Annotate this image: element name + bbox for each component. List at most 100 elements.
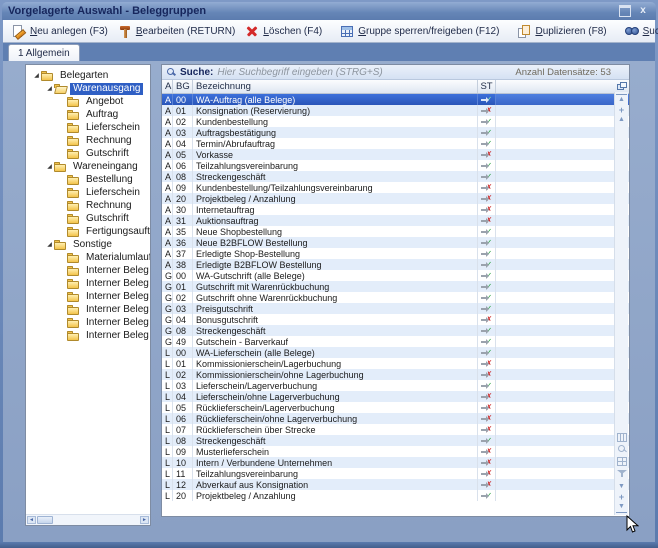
tree-item-interner-beleg-1-pps-[interactable]: Interner Beleg 1 (PPS): [26, 277, 150, 290]
table-row[interactable]: L07Rücklieferschein über Strecke✗: [162, 424, 629, 435]
bezeichnung-cell: Rücklieferschein über Strecke: [193, 424, 478, 435]
table-row[interactable]: L10Intern / Verbundene Unternehmen✗: [162, 457, 629, 468]
restore-icon: [619, 5, 631, 17]
scroll-plus-bottom-icon[interactable]: +: [616, 492, 627, 502]
tree-item-interner-beleg-5-pps-[interactable]: Interner Beleg 5 (PPS): [26, 329, 150, 342]
search-bar[interactable]: Suche: Hier Suchbegriff eingeben (STRG+S…: [162, 65, 629, 80]
column-chooser-icon[interactable]: [617, 82, 627, 91]
tree-item-gutschrift[interactable]: Gutschrift: [26, 212, 150, 225]
tree-item-warenausgang[interactable]: ◢Warenausgang: [26, 82, 150, 95]
status-active-icon: ✓: [481, 283, 493, 291]
tree-item-rechnung[interactable]: Rechnung: [26, 199, 150, 212]
table-vertical-scrollbar[interactable]: ▲ + ▲ ▼ + ▼: [614, 92, 628, 515]
status-cell: ✓: [478, 94, 496, 105]
table-row[interactable]: A06Teilzahlungsvereinbarung✓: [162, 160, 629, 171]
table-row[interactable]: L08Streckengeschäft✓: [162, 435, 629, 446]
table-row[interactable]: L05Rücklieferschein/Lagerverbuchung✗: [162, 402, 629, 413]
table-row[interactable]: A31Auktionsauftrag✗: [162, 215, 629, 226]
tree-item-interner-beleg-2-pps-[interactable]: Interner Beleg 2 (PPS): [26, 290, 150, 303]
columns-icon[interactable]: [617, 433, 627, 442]
tree-item-bestellung[interactable]: Bestellung: [26, 173, 150, 186]
table-row[interactable]: G04Bonusgutschrift✗: [162, 314, 629, 325]
toolbar-button-3[interactable]: Löschen (F4): [240, 23, 327, 40]
toolbar-button-5[interactable]: Duplizieren (F8): [512, 23, 611, 40]
table-row[interactable]: A36Neue B2BFLOW Bestellung✓: [162, 237, 629, 248]
table-row[interactable]: A09Kundenbestellung/Teilzahlungsvereinba…: [162, 182, 629, 193]
tree-expander-icon[interactable]: ◢: [45, 241, 54, 248]
filter-icon[interactable]: [617, 469, 627, 478]
table-row[interactable]: L06Rücklieferschein/ohne Lagerverbuchung…: [162, 413, 629, 424]
tree-item-belegarten[interactable]: ◢Belegarten: [26, 69, 150, 82]
table-row[interactable]: G02Gutschrift ohne Warenrückbuchung✓: [162, 292, 629, 303]
scroll-to-top-icon[interactable]: ▲: [616, 94, 627, 105]
tree-item-gutschrift[interactable]: Gutschrift: [26, 147, 150, 160]
scroll-to-bottom-icon[interactable]: ▼: [616, 502, 627, 513]
table-row[interactable]: A00WA-Auftrag (alle Belege)✓: [162, 94, 629, 105]
column-header-st[interactable]: ST: [478, 80, 496, 93]
bg-cell: 09: [173, 182, 193, 193]
table-row[interactable]: L09Musterlieferschein✗: [162, 446, 629, 457]
table-row[interactable]: A20Projektbeleg / Anzahlung✗: [162, 193, 629, 204]
toolbar-button-6[interactable]: Suchen (STRG+S): [620, 23, 658, 40]
tree-item-rechnung[interactable]: Rechnung: [26, 134, 150, 147]
tree-item-interner-beleg-3-pps-[interactable]: Interner Beleg 3 (PPS): [26, 303, 150, 316]
column-header-bezeichnung[interactable]: Bezeichnung: [193, 80, 478, 93]
tree-item-angebot[interactable]: Angebot: [26, 95, 150, 108]
tree-horizontal-scrollbar[interactable]: ◄ ►: [26, 514, 150, 525]
table-row[interactable]: L12Abverkauf aus Konsignation✗: [162, 479, 629, 490]
table-row[interactable]: A02Kundenbestellung✓: [162, 116, 629, 127]
grid-view-icon[interactable]: [617, 457, 627, 466]
tree-item-sonstige[interactable]: ◢Sonstige: [26, 238, 150, 251]
tree-item-interner-beleg-4-pps-[interactable]: Interner Beleg 4 (PPS): [26, 316, 150, 329]
restore-window-button[interactable]: [618, 5, 632, 17]
close-window-button[interactable]: x: [636, 5, 650, 17]
table-row[interactable]: L04Lieferschein/ohne Lagerverbuchung✗: [162, 391, 629, 402]
table-row[interactable]: A35Neue Shopbestellung✓: [162, 226, 629, 237]
table-row[interactable]: G49Gutschein - Barverkauf✓: [162, 336, 629, 347]
table-row[interactable]: G00WA-Gutschrift (alle Belege)✓: [162, 270, 629, 281]
scroll-left-icon[interactable]: ◄: [27, 516, 36, 524]
table-row[interactable]: L03Lieferschein/Lagerverbuchung✓: [162, 380, 629, 391]
table-row[interactable]: A37Erledigte Shop-Bestellung✓: [162, 248, 629, 259]
scroll-down-icon[interactable]: ▼: [616, 482, 627, 492]
tree-item-auftrag[interactable]: Auftrag: [26, 108, 150, 121]
table-row[interactable]: A05Vorkasse✗: [162, 149, 629, 160]
tree-expander-icon[interactable]: ◢: [45, 163, 54, 170]
tree-expander-icon[interactable]: ◢: [45, 85, 54, 92]
toolbar-button-1[interactable]: Neu anlegen (F3): [7, 23, 113, 40]
scrollbar-thumb[interactable]: [37, 516, 53, 524]
scroll-right-icon[interactable]: ►: [140, 516, 149, 524]
table-row[interactable]: G01Gutschrift mit Warenrückbuchung✓: [162, 281, 629, 292]
table-row[interactable]: L02Kommissionierschein/ohne Lagerbuchung…: [162, 369, 629, 380]
column-header-a[interactable]: A: [162, 80, 173, 93]
tree-item-materialumlauf-reparatur[interactable]: Materialumlauf/Reparatur: [26, 251, 150, 264]
table-row[interactable]: A03Auftragsbestätigung✓: [162, 127, 629, 138]
table-row[interactable]: L20Projektbeleg / Anzahlung✓: [162, 490, 629, 501]
tab-allgemein[interactable]: 1 Allgemein: [8, 44, 80, 62]
tree-item-fertigungsauftrag-pps-[interactable]: Fertigungsauftrag (PPS): [26, 225, 150, 238]
table-row[interactable]: A08Streckengeschäft✓: [162, 171, 629, 182]
toolbar-button-4[interactable]: Gruppe sperren/freigeben (F12): [335, 23, 504, 40]
tree-item-wareneingang[interactable]: ◢Wareneingang: [26, 160, 150, 173]
table-row[interactable]: G03Preisgutschrift✓: [162, 303, 629, 314]
table-row[interactable]: A30Internetauftrag✗: [162, 204, 629, 215]
table-row[interactable]: G08Streckengeschäft✓: [162, 325, 629, 336]
tree-item-lieferschein[interactable]: Lieferschein: [26, 186, 150, 199]
scroll-up-icon[interactable]: ▲: [616, 115, 627, 125]
tree-item-interner-beleg[interactable]: Interner Beleg: [26, 264, 150, 277]
table-row[interactable]: L11Teilzahlungsvereinbarung✗: [162, 468, 629, 479]
scroll-plus-top-icon[interactable]: +: [616, 105, 627, 115]
tree-item-lieferschein[interactable]: Lieferschein: [26, 121, 150, 134]
status-cell: ✗: [478, 369, 496, 380]
toolbar-button-2[interactable]: Bearbeiten (RETURN): [113, 23, 240, 40]
column-header-bg[interactable]: BG: [173, 80, 193, 93]
table-row[interactable]: A01Konsignation (Reservierung)✗: [162, 105, 629, 116]
table-row[interactable]: A38Erledigte B2BFLOW Bestellung✓: [162, 259, 629, 270]
table-row[interactable]: L01Kommissionierschein/Lagerbuchung✗: [162, 358, 629, 369]
tree-expander-icon[interactable]: ◢: [32, 72, 41, 79]
table-row[interactable]: L00WA-Lieferschein (alle Belege)✓: [162, 347, 629, 358]
bg-cell: 02: [173, 369, 193, 380]
table-row[interactable]: A04Termin/Abrufauftrag✓: [162, 138, 629, 149]
search-input[interactable]: Hier Suchbegriff eingeben (STRG+S): [217, 67, 511, 78]
quick-search-icon[interactable]: [617, 445, 627, 454]
